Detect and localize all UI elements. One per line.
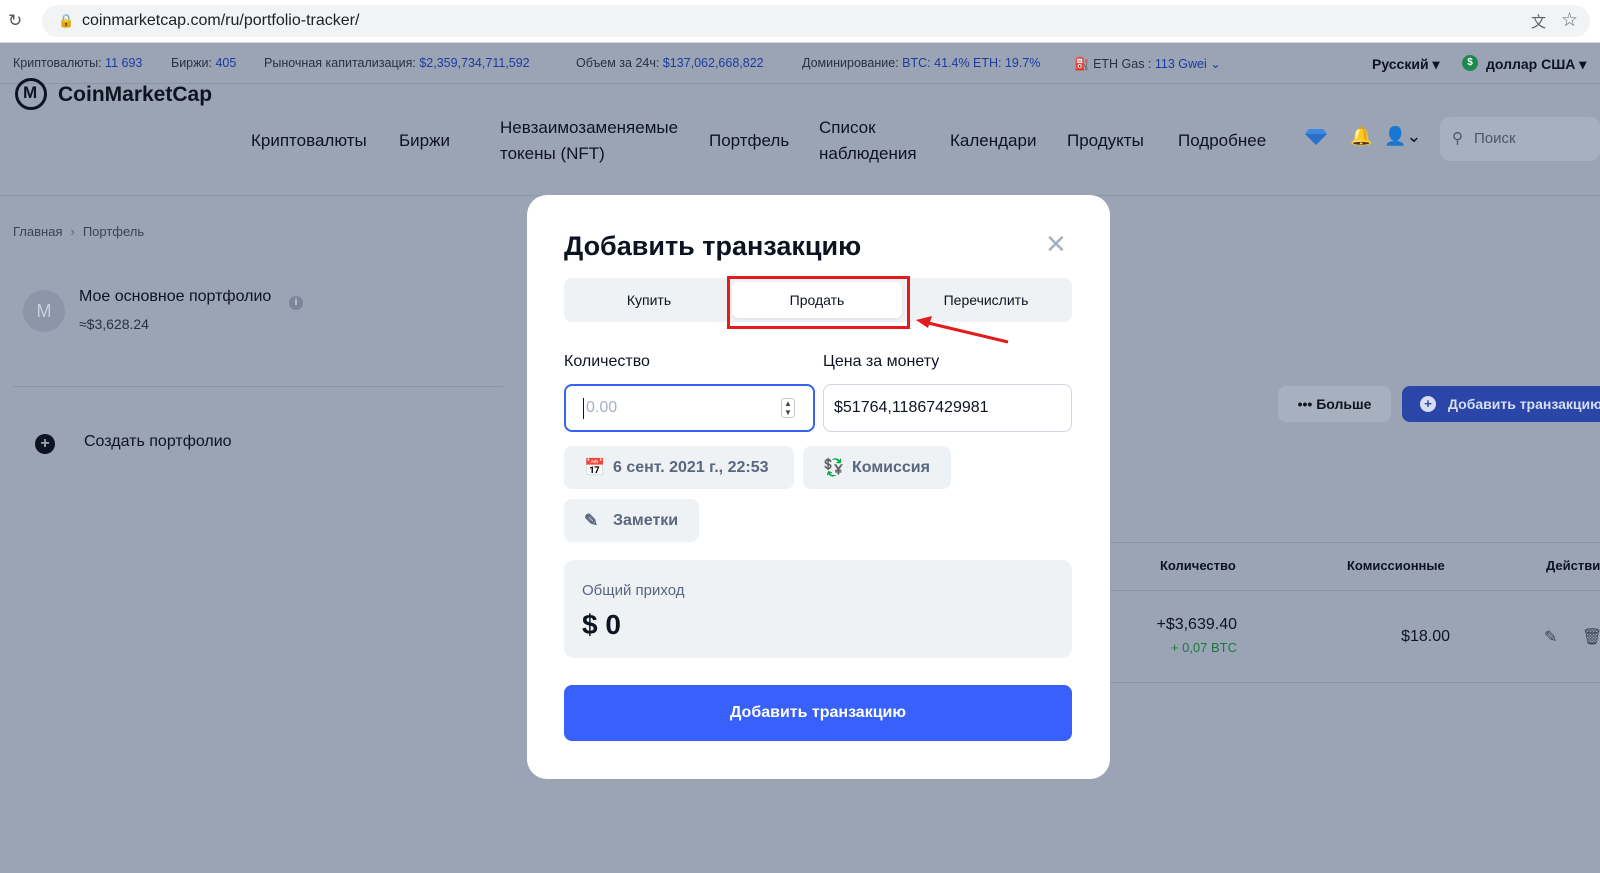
- total-label: Общий приход: [582, 582, 685, 599]
- total-value: $ 0: [582, 609, 621, 640]
- nav-item-calendars[interactable]: Календари: [950, 128, 1036, 154]
- stat-cryptos-value[interactable]: 11 693: [105, 56, 142, 70]
- url-text[interactable]: coinmarketcap.com/ru/portfolio-tracker/: [82, 12, 359, 30]
- translate-icon[interactable]: 文: [1531, 11, 1546, 32]
- stat-exchanges-value[interactable]: 405: [215, 56, 236, 70]
- coinmarketcap-logo-icon[interactable]: [15, 78, 47, 110]
- total-received-box: Общий приход $ 0: [564, 560, 1072, 658]
- currency-selector[interactable]: доллар США ▾: [1486, 56, 1586, 73]
- search-icon: ⚲: [1452, 130, 1463, 147]
- logo-text[interactable]: CoinMarketCap: [58, 83, 212, 107]
- row-fee: $18.00: [1401, 628, 1450, 645]
- stat-dominance-value[interactable]: BTC: 41.4% ETH: 19.7%: [902, 56, 1040, 70]
- sidebar-divider: [13, 386, 503, 387]
- edit-note-icon: ✎: [584, 511, 599, 530]
- global-stats-bar: Криптовалюты: 11 693 Биржи: 405 Рыночная…: [0, 43, 1600, 84]
- close-icon[interactable]: ✕: [1045, 231, 1067, 257]
- stat-market-cap: Рыночная капитализация: $2,359,734,711,5…: [264, 56, 530, 70]
- plus-circle-icon: +: [1420, 396, 1436, 412]
- fee-button[interactable]: 💱 Комиссия: [803, 446, 951, 489]
- nav-item-more[interactable]: Подробнее: [1178, 128, 1266, 154]
- portfolio-name[interactable]: Мое основное портфолио: [79, 288, 271, 306]
- nav-item-portfolio[interactable]: Портфель: [709, 128, 789, 154]
- portfolio-value: ≈$3,628.24: [79, 316, 149, 332]
- nav-item-products[interactable]: Продукты: [1067, 128, 1144, 154]
- add-transaction-page-button[interactable]: + Добавить транзакцию: [1402, 386, 1600, 422]
- lock-icon[interactable]: 🔒: [58, 13, 74, 29]
- search-placeholder: Поиск: [1474, 130, 1516, 147]
- highlight-box: [727, 276, 910, 329]
- text-cursor: [583, 398, 584, 419]
- chevron-right-icon: ›: [70, 224, 75, 239]
- table-header-actions: Действи: [1546, 558, 1600, 573]
- stat-volume-value[interactable]: $137,062,668,822: [663, 56, 764, 70]
- annotation-arrow-icon: [916, 316, 1009, 344]
- nav-item-nft[interactable]: Невзаимозаменяемые токены (NFT): [500, 115, 690, 167]
- language-selector[interactable]: Русский ▾: [1372, 56, 1440, 73]
- breadcrumb-home[interactable]: Главная: [13, 224, 62, 239]
- nav-item-watchlist[interactable]: Список наблюдения: [819, 115, 929, 167]
- quantity-label: Количество: [564, 353, 650, 370]
- add-transaction-button[interactable]: Добавить транзакцию: [564, 685, 1072, 741]
- date-picker-button[interactable]: 📅 6 сент. 2021 г., 22:53: [564, 446, 794, 489]
- address-bar[interactable]: 🔒 coinmarketcap.com/ru/portfolio-tracker…: [42, 5, 1590, 37]
- tab-buy[interactable]: Купить: [568, 282, 730, 318]
- quantity-input[interactable]: 0.00 ▲ ▼: [564, 384, 815, 432]
- dollar-icon: $: [1462, 55, 1478, 71]
- bell-icon[interactable]: 🔔: [1350, 126, 1372, 147]
- row-amount: +$3,639.40: [1156, 616, 1237, 633]
- quantity-stepper[interactable]: ▲ ▼: [781, 398, 795, 418]
- breadcrumb-current: Портфель: [82, 224, 145, 239]
- calendar-icon: 📅: [584, 458, 606, 477]
- stat-market-cap-value[interactable]: $2,359,734,711,592: [419, 56, 529, 70]
- stat-exchanges: Биржи: 405: [171, 56, 237, 70]
- coins-icon: 💱: [823, 458, 845, 477]
- portfolio-avatar[interactable]: M: [23, 290, 65, 332]
- gas-pump-icon: ⛽: [1074, 57, 1090, 71]
- user-menu-icon[interactable]: 👤⌄: [1384, 126, 1422, 147]
- diamond-icon[interactable]: [1305, 129, 1327, 145]
- stat-cryptos: Криптовалюты: 11 693: [13, 56, 143, 70]
- more-button[interactable]: ••• Больше: [1278, 386, 1391, 422]
- stat-volume: Объем за 24ч: $137,062,668,822: [576, 56, 764, 70]
- quantity-placeholder: 0.00: [586, 399, 618, 416]
- plus-circle-icon[interactable]: +: [35, 434, 55, 454]
- table-header-fees[interactable]: Комиссионные: [1347, 558, 1445, 573]
- nav-item-cryptocurrencies[interactable]: Криптовалюты: [251, 128, 367, 154]
- stat-dominance: Доминирование: BTC: 41.4% ETH: 19.7%: [802, 56, 1041, 70]
- price-label: Цена за монету: [823, 353, 940, 370]
- table-divider-top: [1100, 542, 1600, 543]
- table-divider-mid: [1100, 590, 1600, 591]
- edit-icon[interactable]: ✎: [1544, 627, 1557, 647]
- row-amount-coin: + 0,07 BTC: [1170, 640, 1237, 655]
- stat-gas-value[interactable]: 113 Gwei: [1155, 57, 1207, 71]
- modal-title: Добавить транзакцию: [564, 231, 862, 261]
- breadcrumb: Главная › Портфель: [13, 224, 144, 239]
- notes-button[interactable]: ✎ Заметки: [564, 499, 699, 542]
- info-icon[interactable]: i: [289, 296, 303, 310]
- dots-icon: •••: [1297, 396, 1313, 412]
- trash-icon[interactable]: 🗑: [1582, 627, 1600, 647]
- tab-transfer[interactable]: Перечислить: [904, 282, 1068, 318]
- search-box[interactable]: ⚲ Поиск: [1440, 117, 1600, 161]
- stat-gas: ⛽ ETH Gas : 113 Gwei ⌄: [1074, 57, 1221, 71]
- table-divider-bottom: [1100, 682, 1600, 683]
- nav-item-exchanges[interactable]: Биржи: [399, 128, 450, 154]
- table-header-quantity[interactable]: Количество: [1160, 558, 1236, 573]
- chevron-down-icon[interactable]: ⌄: [1210, 57, 1220, 71]
- price-input[interactable]: $51764,11867429981: [823, 384, 1072, 432]
- browser-toolbar: ↻ 🔒 coinmarketcap.com/ru/portfolio-track…: [0, 0, 1600, 43]
- create-portfolio-button[interactable]: Создать портфолио: [84, 433, 232, 451]
- reload-icon[interactable]: ↻: [8, 12, 26, 30]
- price-value: $51764,11867429981: [834, 399, 989, 416]
- bookmark-star-icon[interactable]: ☆: [1561, 9, 1578, 32]
